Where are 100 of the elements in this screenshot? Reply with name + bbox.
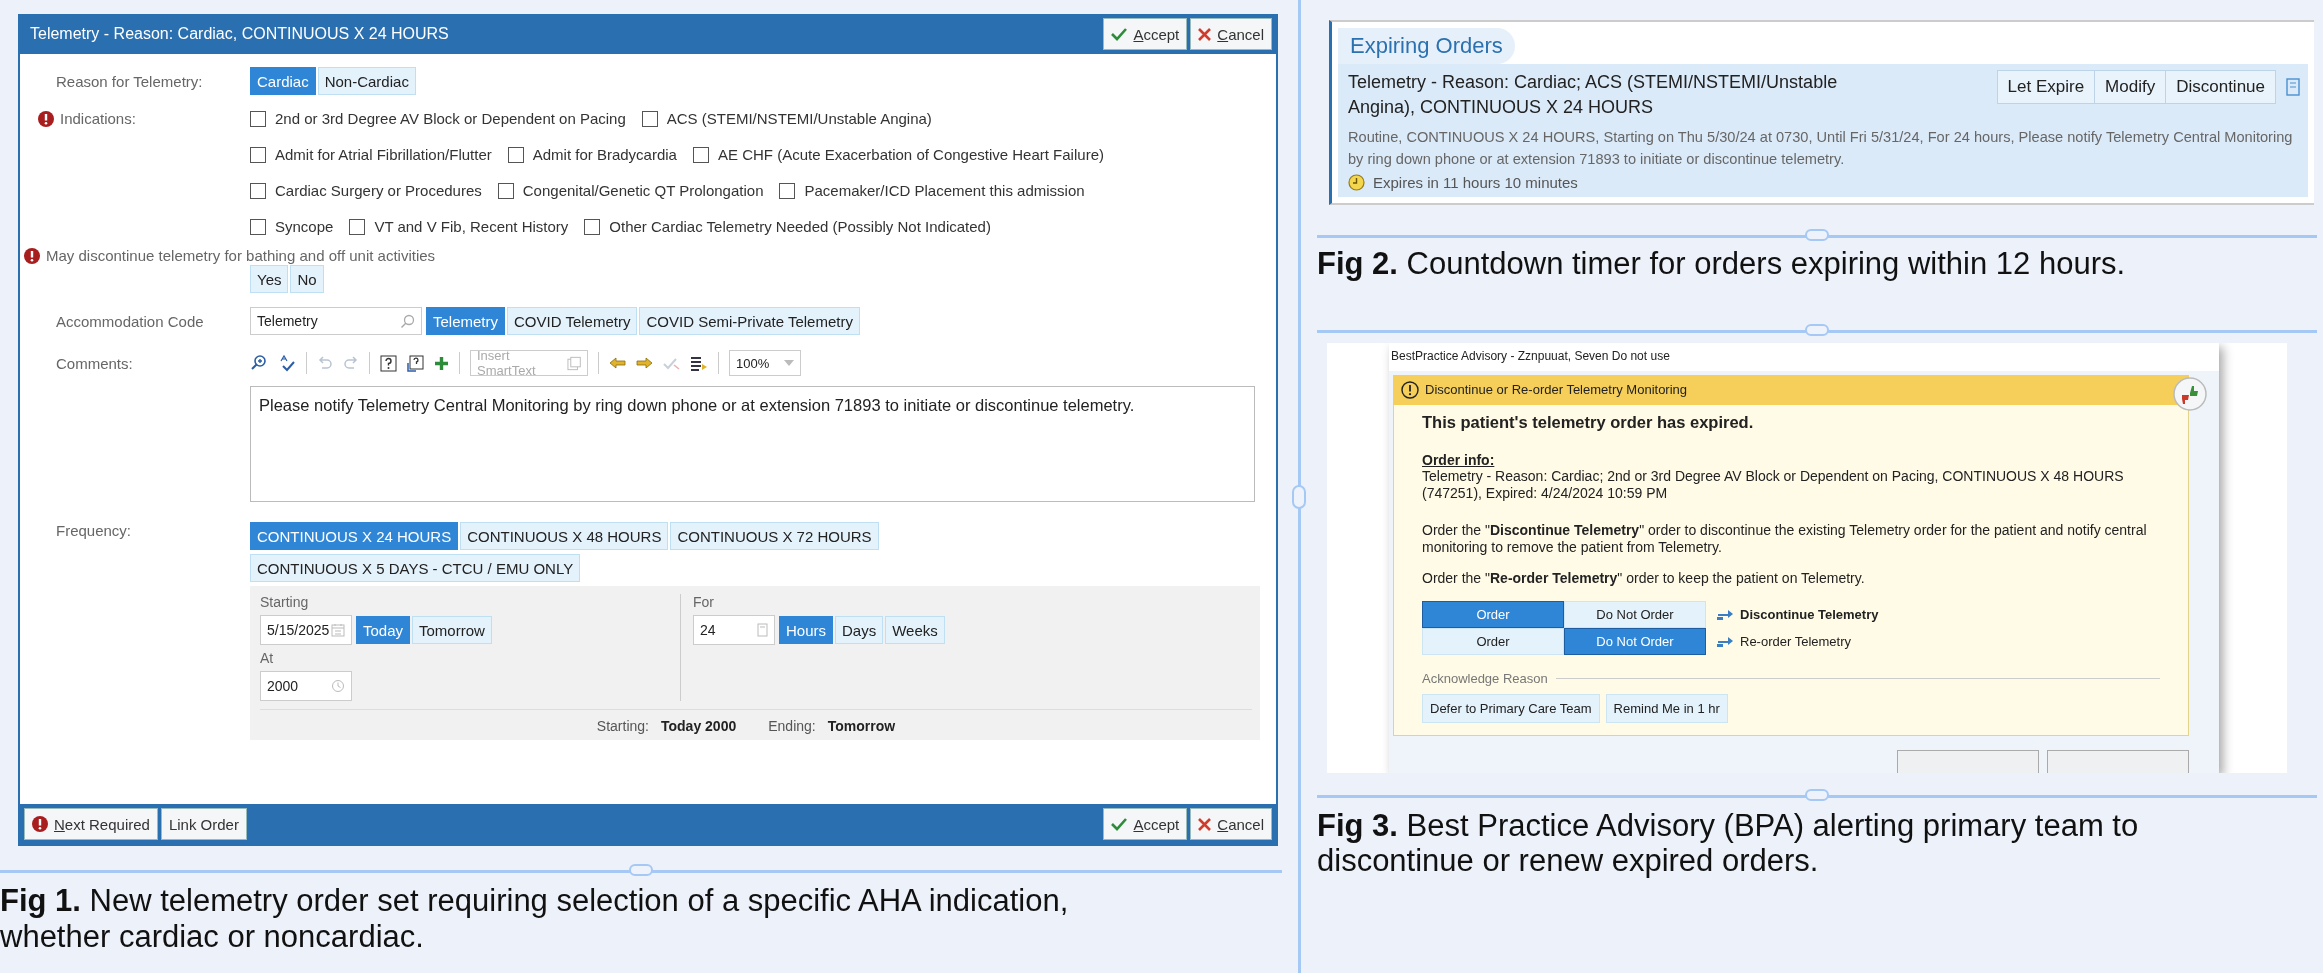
answer-option[interactable]: No xyxy=(290,265,324,293)
field-label: For xyxy=(693,594,715,610)
field-label: Accommodation Code xyxy=(55,312,205,330)
unit-option[interactable]: Weeks xyxy=(885,616,945,644)
cancel-button[interactable]: Cancel xyxy=(1190,18,1272,50)
resize-handle[interactable] xyxy=(1805,788,1829,801)
answer-option[interactable]: Yes xyxy=(250,265,289,293)
date-field[interactable]: 5/15/2025 xyxy=(260,615,352,645)
zoom-dropdown[interactable]: 100% xyxy=(729,350,801,376)
warning-icon xyxy=(1401,380,1419,399)
search-icon xyxy=(400,313,415,329)
document-icon xyxy=(566,355,581,371)
indication-checkbox[interactable]: 2nd or 3rd Degree AV Block or Dependent on Pacing xyxy=(250,110,626,127)
indication-checkbox[interactable]: Pacemaker/ICD Placement this admission xyxy=(779,182,1085,199)
check-icon[interactable] xyxy=(663,356,680,370)
section-header: Expiring Orders xyxy=(1338,28,1515,64)
footer-button[interactable] xyxy=(1897,749,2039,773)
close-icon xyxy=(1198,27,1212,41)
order-title: Telemetry - Reason: Cardiac; ACS (STEMI/NSTEMI/Unstable Angina), CONTINUOUS X 24 HOURS xyxy=(1348,71,1839,119)
help-icon[interactable] xyxy=(380,354,397,372)
order-action-button[interactable]: Discontinue xyxy=(2165,70,2276,104)
expiry-countdown: Expires in 11 hours 10 minutes xyxy=(1373,174,1578,191)
order-choice-button[interactable]: Do Not Order xyxy=(1564,600,1706,628)
spellcheck-icon[interactable] xyxy=(278,354,296,372)
frequency-option[interactable]: CONTINUOUS X 5 DAYS - CTCU / EMU ONLY xyxy=(250,554,581,582)
resize-handle[interactable] xyxy=(1805,323,1829,336)
error-icon xyxy=(24,247,40,264)
order-info: Telemetry - Reason: Cardiac; 2nd or 3rd Degree AV Block or Dependent on Pacing, CONTINUOUS X 48 HOURS (747251), Expired: 4/24/2024 10:59 PM xyxy=(1422,467,2125,502)
help-icon[interactable] xyxy=(407,354,424,372)
banner-title: Discontinue or Re-order Telemetry Monitoring xyxy=(1425,382,1688,398)
check-icon xyxy=(1111,27,1128,41)
accept-button[interactable]: Accept xyxy=(1103,18,1188,50)
left-arrow-icon[interactable] xyxy=(609,356,626,370)
accommodation-option[interactable]: Telemetry xyxy=(426,307,506,335)
section-label: Acknowledge Reason xyxy=(1422,670,1548,686)
reason-option[interactable]: Cardiac xyxy=(250,67,316,95)
indication-checkbox[interactable]: Admit for Atrial Fibrillation/Flutter xyxy=(250,146,492,163)
comment-field[interactable]: Please notify Telemetry Central Monitoring by ring down phone or at extension 71893 to initiate or discontinue telemetry. xyxy=(250,386,1255,502)
field-label: May discontinue telemetry for bathing and off unit activities xyxy=(46,247,436,264)
order-choice-button[interactable]: Do Not Order xyxy=(1564,627,1706,655)
instruction-text: Order the "Discontinue Telemetry" order to discontinue the existing Telemetry order for the patient and notify central monitoring to remove the patient from Telemetry. xyxy=(1422,521,2148,556)
error-icon xyxy=(32,816,48,832)
figure-caption: Fig 1. New telemetry order set requiring selection of a specific AHA indication, whether cardiac or noncardiac. xyxy=(0,883,1070,955)
indication-checkbox[interactable]: Admit for Bradycardia xyxy=(507,146,677,163)
field-label: Indications: xyxy=(60,110,136,127)
order-details: Routine, CONTINUOUS X 24 HOURS, Starting on Thu 5/30/24 at 0730, Until Fri 5/31/24, For 24 hours, Please notify Telemetry Central Monitoring by ring down phone or at extension 71893 to initiate or discontinue telemetry. xyxy=(1348,128,2294,169)
order-choice-button[interactable]: Order xyxy=(1422,627,1564,655)
reason-option[interactable]: Non-Cardiac xyxy=(317,67,416,95)
clock-icon xyxy=(1348,174,1365,191)
indication-checkbox[interactable]: ACS (STEMI/NSTEMI/Unstable Angina) xyxy=(641,110,932,127)
order-name: Re-order Telemetry xyxy=(1740,633,1852,649)
field-label: Frequency: xyxy=(55,522,133,539)
calendar-icon xyxy=(331,623,345,637)
accommodation-option[interactable]: COVID Semi-Private Telemetry xyxy=(639,307,860,335)
cancel-button[interactable]: Cancel xyxy=(1190,808,1272,840)
summary-label: Starting: xyxy=(596,718,649,734)
duration-field[interactable]: 24 xyxy=(693,615,775,645)
thumbs-icon[interactable] xyxy=(2173,376,2207,411)
undo-icon[interactable] xyxy=(317,355,333,371)
redo-icon[interactable] xyxy=(343,355,359,371)
time-field[interactable]: 2000 xyxy=(260,671,352,701)
next-required-button[interactable]: Next Required xyxy=(24,808,158,840)
summary-value: Tomorrow xyxy=(827,718,896,734)
accept-button[interactable]: Accept xyxy=(1103,808,1188,840)
acknowledge-reason-button[interactable]: Defer to Primary Care Team xyxy=(1422,693,1600,723)
unit-option[interactable]: Days xyxy=(835,616,884,644)
indication-checkbox[interactable]: Other Cardiac Telemetry Needed (Possibly Not Indicated) xyxy=(584,218,991,235)
indication-checkbox[interactable]: VT and V Fib, Recent History xyxy=(349,218,569,235)
indication-checkbox[interactable]: Syncope xyxy=(250,218,334,235)
day-option[interactable]: Tomorrow xyxy=(412,616,492,644)
link-order-button[interactable]: Link Order xyxy=(160,808,247,840)
list-icon[interactable] xyxy=(690,355,708,371)
resize-handle[interactable] xyxy=(629,864,653,876)
acknowledge-reason-button[interactable]: Remind Me in 1 hr xyxy=(1605,693,1728,723)
indication-checkbox[interactable]: Congenital/Genetic QT Prolongation xyxy=(497,182,764,199)
resize-handle[interactable] xyxy=(1292,485,1306,509)
unit-option[interactable]: Hours xyxy=(779,616,833,644)
field-label: Reason for Telemetry: xyxy=(55,72,204,90)
accommodation-field[interactable]: Telemetry xyxy=(250,307,422,335)
advisory-headline: This patient's telemetry order has expired. xyxy=(1422,412,1754,432)
day-option[interactable]: Today xyxy=(356,616,411,644)
indication-checkbox[interactable]: AE CHF (Acute Exacerbation of Congestive Heart Failure) xyxy=(692,146,1104,163)
error-icon xyxy=(38,110,54,127)
order-action-button[interactable]: Let Expire xyxy=(1996,70,2096,104)
accommodation-option[interactable]: COVID Telemetry xyxy=(507,307,638,335)
bookmark-icon[interactable] xyxy=(2286,78,2300,96)
resize-handle[interactable] xyxy=(1805,229,1829,241)
close-icon xyxy=(1198,817,1212,831)
zoom-icon[interactable] xyxy=(250,354,268,372)
right-arrow-icon[interactable] xyxy=(636,356,653,370)
caret-icon xyxy=(784,360,794,366)
field-label: Comments: xyxy=(55,354,134,372)
indication-checkbox[interactable]: Cardiac Surgery or Procedures xyxy=(250,182,482,199)
footer-button[interactable] xyxy=(2047,749,2189,773)
plus-icon[interactable] xyxy=(434,355,449,371)
frequency-option[interactable]: CONTINUOUS X 48 HOURS xyxy=(460,522,669,550)
order-action-button[interactable]: Modify xyxy=(2094,70,2167,104)
order-choice-button[interactable]: Order xyxy=(1422,600,1564,628)
frequency-option[interactable]: CONTINUOUS X 72 HOURS xyxy=(670,522,879,550)
frequency-option[interactable]: CONTINUOUS X 24 HOURS xyxy=(250,522,459,550)
